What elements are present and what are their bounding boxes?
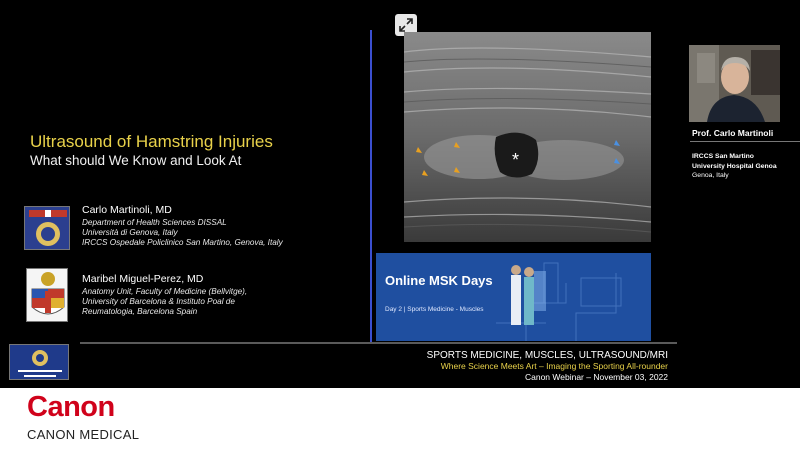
author-affiliation: Reumatologia, Barcelona Spain <box>82 307 198 316</box>
promo-banner: Online MSK Days Day 2 | Sports Medicine … <box>376 253 651 341</box>
promo-subtitle: Day 2 | Sports Medicine - Muscles <box>385 306 484 313</box>
speaker-institution-line: University Hospital Genoa <box>692 162 777 170</box>
webinar-stage: Ultrasound of Hamstring Injuries What sh… <box>0 0 800 388</box>
speaker-institution-line: IRCCS San Martino <box>692 153 754 160</box>
university-logo-badge <box>9 344 69 380</box>
university-genova-crest <box>24 206 70 250</box>
brand-bar: Canon CANON MEDICAL <box>0 388 800 450</box>
author-affiliation: IRCCS Ospedale Policlinico San Martino, … <box>82 238 283 247</box>
speaker-video <box>689 45 780 122</box>
horizontal-divider <box>80 342 677 344</box>
speaker-name: Prof. Carlo Martinoli <box>692 128 774 138</box>
author-block-2: Maribel Miguel-Perez, MD Anatomy Unit, F… <box>82 273 247 317</box>
author-block-1: Carlo Martinoli, MD Department of Health… <box>82 204 283 248</box>
speaker-institution: IRCCS San Martino University Hospital Ge… <box>692 152 777 171</box>
canon-logo: Canon <box>27 391 115 423</box>
session-date: Canon Webinar – November 03, 2022 <box>524 372 668 382</box>
promo-title: Online MSK Days <box>385 273 493 288</box>
speaker-location: Genoa, Italy <box>692 172 729 179</box>
expand-arrows-icon <box>399 18 413 32</box>
session-topic: SPORTS MEDICINE, MUSCLES, ULTRASOUND/MRI <box>426 350 668 361</box>
slide-title: Ultrasound of Hamstring Injuries <box>30 132 273 151</box>
brand-subtitle: CANON MEDICAL <box>27 427 140 442</box>
image-annotation-label: * <box>512 150 520 170</box>
author-affiliation: Università di Genova, Italy <box>82 228 178 237</box>
author-affiliation: Department of Health Sciences DISSAL <box>82 218 227 227</box>
slide-subtitle: What should We Know and Look At <box>30 153 242 168</box>
session-tagline: Where Science Meets Art – Imaging the Sp… <box>440 361 668 371</box>
speaker-separator <box>690 141 800 142</box>
author-name: Carlo Martinoli, MD <box>82 204 172 216</box>
ultrasound-image <box>403 32 652 242</box>
vertical-divider <box>370 30 372 342</box>
presentation-slide: Ultrasound of Hamstring Injuries What sh… <box>0 0 682 382</box>
author-affiliation: University of Barcelona & Instituto Poal… <box>82 297 235 306</box>
university-barcelona-crest <box>26 268 68 322</box>
author-name: Maribel Miguel-Perez, MD <box>82 273 204 285</box>
author-affiliation: Anatomy Unit, Faculty of Medicine (Bellv… <box>82 287 248 296</box>
